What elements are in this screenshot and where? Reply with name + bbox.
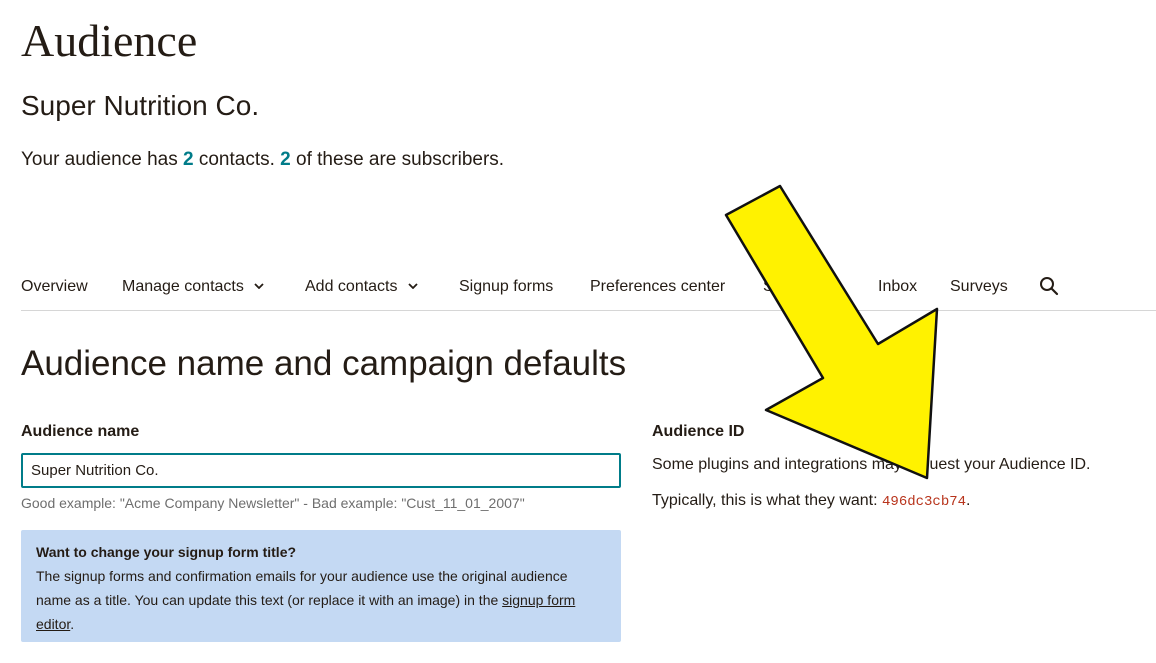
audience-id-value: 496dc3cb74 [882, 494, 967, 510]
audience-name-input[interactable] [21, 453, 621, 488]
nav-signup-forms[interactable]: Signup forms [459, 276, 553, 298]
section-title: Audience name and campaign defaults [21, 344, 627, 383]
nav-preferences-center[interactable]: Preferences center [590, 276, 725, 298]
nav-add-contacts[interactable]: Add contacts [305, 276, 418, 298]
contacts-summary: Your audience has 2 contacts. 2 of these… [21, 148, 504, 172]
nav-surveys[interactable]: Surveys [950, 276, 1008, 298]
signup-title-info-box: Want to change your signup form title? T… [21, 530, 621, 642]
nav-manage-contacts[interactable]: Manage contacts [122, 276, 264, 298]
nav-settings[interactable]: Settings [763, 276, 821, 298]
nav-overview[interactable]: Overview [21, 276, 88, 298]
nav-add-contacts-label: Add contacts [305, 278, 398, 295]
chevron-down-icon [254, 283, 264, 289]
subscribers-count[interactable]: 2 [280, 149, 291, 170]
audience-id-typical: Typically, this is what they want: 496dc… [652, 491, 970, 512]
summary-suffix: of these are subscribers. [290, 149, 505, 170]
chevron-down-icon [407, 283, 418, 289]
summary-prefix: Your audience has [21, 149, 183, 170]
audience-name-label: Audience name [21, 423, 140, 440]
info-box-suffix: . [70, 616, 75, 632]
audience-id-label: Audience ID [652, 423, 745, 440]
nav-manage-contacts-label: Manage contacts [122, 278, 244, 295]
audience-id-typical-suffix: . [966, 492, 971, 509]
audience-id-typical-prefix: Typically, this is what they want: [652, 492, 883, 509]
audience-nav: Overview Manage contacts Add contacts Si… [21, 272, 1156, 311]
info-box-body: The signup forms and confirmation emails… [36, 568, 568, 608]
search-icon[interactable] [1039, 276, 1059, 296]
audience-id-description: Some plugins and integrations may reques… [652, 456, 1091, 473]
summary-middle: contacts. [193, 149, 281, 170]
audience-name-helper: Good example: "Acme Company Newsletter" … [21, 495, 525, 511]
nav-inbox[interactable]: Inbox [878, 276, 917, 298]
info-box-title: Want to change your signup form title? [36, 544, 297, 560]
audience-name-heading: Super Nutrition Co. [21, 90, 260, 121]
contacts-count[interactable]: 2 [183, 149, 194, 170]
page-title: Audience [21, 15, 198, 66]
